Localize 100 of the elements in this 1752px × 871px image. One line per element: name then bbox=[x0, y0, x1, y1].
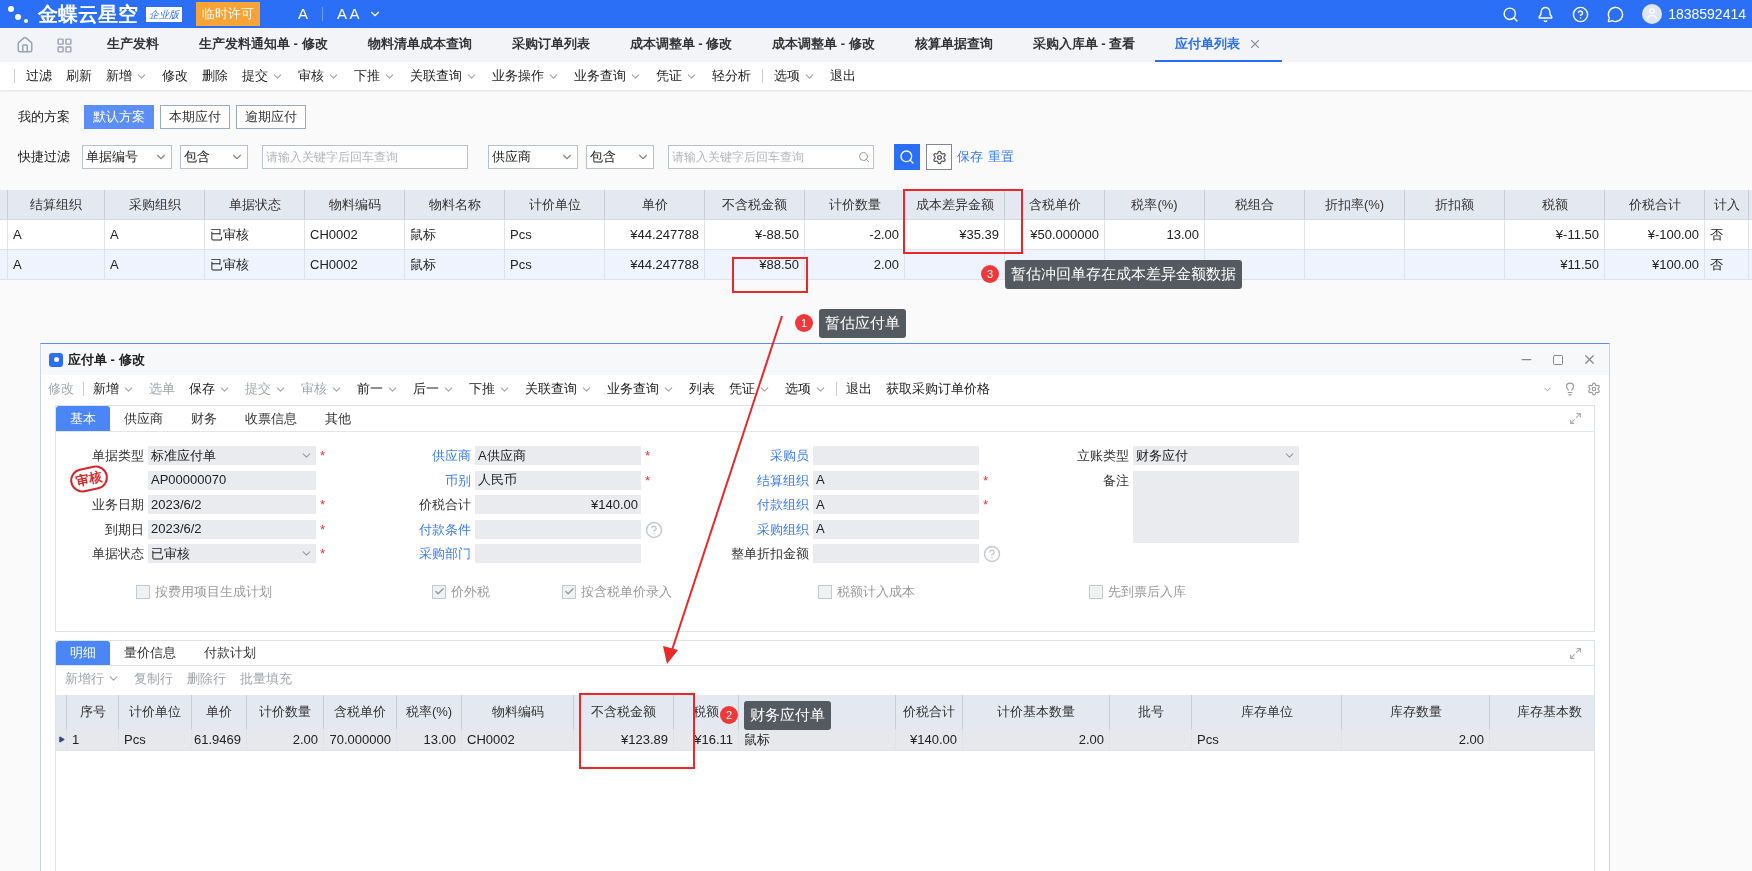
search-icon[interactable] bbox=[1502, 5, 1520, 23]
toolbar-button[interactable]: 选项 bbox=[767, 62, 823, 90]
field-label[interactable]: 币别 bbox=[445, 470, 471, 491]
input-field[interactable]: A bbox=[813, 470, 979, 490]
toolbar-button[interactable]: 业务查询 bbox=[600, 375, 682, 403]
column-header[interactable]: 成本差异金额 bbox=[905, 190, 1005, 219]
field-label[interactable]: 供应商 bbox=[432, 446, 471, 466]
bell-icon[interactable] bbox=[1537, 5, 1555, 23]
chat-icon[interactable] bbox=[1607, 5, 1625, 23]
toolbar-button[interactable]: 审核 bbox=[291, 62, 347, 90]
field-label[interactable]: 付款组织 bbox=[757, 495, 809, 515]
column-header[interactable]: 计价数量 bbox=[805, 190, 905, 219]
column-header[interactable]: 价税合计 bbox=[1605, 190, 1705, 219]
page-tab[interactable]: 生产发料通知单 - 修改 bbox=[179, 28, 348, 62]
form-tab[interactable]: 收票信息 bbox=[231, 406, 311, 431]
column-header[interactable]: 税率(%) bbox=[1105, 190, 1205, 219]
toolbar-button[interactable]: 获取采购订单价格 bbox=[879, 375, 997, 403]
column-header[interactable]: 税组合 bbox=[1205, 190, 1305, 219]
lightbulb-icon[interactable] bbox=[1563, 382, 1577, 396]
page-tab[interactable]: 成本调整单 - 修改 bbox=[609, 28, 753, 62]
column-header[interactable]: 计入 bbox=[1705, 190, 1749, 219]
toolbar-button[interactable]: 后一 bbox=[406, 375, 462, 403]
page-tab[interactable]: 生产发料 bbox=[87, 28, 179, 62]
form-tab[interactable]: 财务 bbox=[177, 406, 231, 431]
column-header[interactable]: 结算组织 bbox=[8, 190, 105, 219]
column-header[interactable]: 物料编码 bbox=[305, 190, 405, 219]
toolbar-button[interactable]: 业务操作 bbox=[485, 62, 567, 90]
column-header[interactable]: 折扣额 bbox=[1405, 190, 1505, 219]
field-label[interactable]: 结算组织 bbox=[757, 470, 809, 491]
field-label[interactable]: 采购组织 bbox=[757, 519, 809, 540]
table-row[interactable]: A A 已审核 CH0002 鼠标 Pcs ¥44.247788 ¥-88.50 -2.00 ¥35.39 ¥50.000000 13.00 ¥-11.50 ¥-100.00 否 bbox=[0, 220, 1752, 250]
select-field[interactable]: 包含 bbox=[180, 145, 248, 169]
maximize-icon[interactable] bbox=[1552, 353, 1564, 366]
page-tab[interactable]: 成本调整单 - 修改 bbox=[752, 28, 895, 62]
grid-icon[interactable] bbox=[56, 37, 73, 54]
filter-link[interactable]: 重置 bbox=[988, 147, 1014, 167]
user-name[interactable]: 1838592414 bbox=[1668, 3, 1746, 25]
toolbar-button[interactable]: 退出 bbox=[823, 62, 863, 90]
table-row[interactable]: 1 Pcs 61.9469 2.00 70.000000 13.00 CH0002 ¥123.89 ¥16.11 鼠标 ¥140.00 2.00 Pcs 2.00 bbox=[56, 729, 1594, 751]
column-header[interactable]: 不含税金额 bbox=[705, 190, 805, 219]
scheme-button[interactable]: 本期应付 bbox=[160, 105, 230, 129]
toolbar-button[interactable]: 刷新 bbox=[59, 62, 99, 90]
page-tab[interactable]: 物料清单成本查询 bbox=[347, 28, 492, 62]
toolbar-button[interactable]: 新增 bbox=[99, 62, 155, 90]
font-size-button[interactable]: A A bbox=[337, 2, 360, 26]
input-field[interactable]: A供应商 bbox=[475, 446, 641, 465]
input-field[interactable]: A bbox=[813, 495, 979, 514]
toolbar-button[interactable]: 凭证 bbox=[649, 62, 705, 90]
toolbar-button[interactable]: 关联查询 bbox=[518, 375, 600, 403]
column-header[interactable]: 折扣率(%) bbox=[1305, 190, 1405, 219]
column-header[interactable]: 计价单位 bbox=[505, 190, 605, 219]
detail-tab[interactable]: 量价信息 bbox=[110, 641, 190, 665]
expand-icon[interactable] bbox=[1569, 646, 1582, 660]
select-field[interactable]: 供应商 bbox=[488, 145, 578, 169]
page-tab[interactable]: 核算单据查询 bbox=[894, 28, 1013, 62]
font-size-button[interactable]: A bbox=[298, 2, 308, 26]
toolbar-button[interactable]: 列表 bbox=[682, 375, 722, 403]
input-field[interactable]: A bbox=[813, 519, 979, 539]
toolbar-button[interactable]: 选项 bbox=[778, 375, 834, 403]
detail-tab[interactable]: 付款计划 bbox=[190, 641, 270, 665]
page-tab[interactable]: 采购订单列表 bbox=[491, 28, 610, 62]
input-field[interactable]: 2023/6/2 bbox=[148, 519, 316, 539]
expand-icon[interactable] bbox=[1569, 412, 1582, 425]
toolbar-button[interactable]: 前一 bbox=[350, 375, 406, 403]
column-header[interactable]: 单据状态 bbox=[205, 190, 305, 219]
settings-button[interactable] bbox=[926, 144, 952, 170]
search-field[interactable]: 请输入关键字后回车查询 bbox=[668, 145, 874, 169]
search-field[interactable]: 请输入关键字后回车查询 bbox=[262, 145, 468, 169]
toolbar-button[interactable]: 修改 bbox=[155, 62, 195, 90]
column-header[interactable]: 物料名称 bbox=[405, 190, 505, 219]
close-icon[interactable] bbox=[1582, 352, 1597, 367]
settings-icon[interactable] bbox=[1587, 382, 1601, 396]
filter-link[interactable]: 保存 bbox=[957, 147, 983, 167]
toolbar-button[interactable]: 保存 bbox=[182, 375, 238, 403]
avatar[interactable] bbox=[1642, 4, 1663, 24]
toolbar-button[interactable]: 关联查询 bbox=[403, 62, 485, 90]
select-field[interactable]: 财务应付 bbox=[1133, 446, 1299, 465]
toolbar-button[interactable]: 下推 bbox=[462, 375, 518, 403]
column-header[interactable]: 单价 bbox=[605, 190, 705, 219]
column-header[interactable]: 税额 bbox=[1505, 190, 1605, 219]
toolbar-button[interactable]: 退出 bbox=[839, 375, 879, 403]
field-label[interactable]: 采购员 bbox=[770, 446, 809, 466]
scheme-button[interactable]: 逾期应付 bbox=[236, 105, 306, 129]
input-field[interactable]: AP00000070 bbox=[148, 470, 316, 490]
page-tab[interactable]: 采购入库单 - 查看 bbox=[1012, 28, 1156, 62]
column-header[interactable]: 含税单价 bbox=[1005, 190, 1105, 219]
input-field[interactable]: 人民币 bbox=[475, 470, 641, 490]
toolbar-button[interactable]: 凭证 bbox=[722, 375, 778, 403]
search-button[interactable] bbox=[894, 144, 920, 170]
home-icon[interactable] bbox=[16, 36, 34, 54]
select-field[interactable]: 包含 bbox=[586, 145, 654, 169]
select-field[interactable]: 已审核 bbox=[148, 544, 316, 563]
toolbar-button[interactable]: 删除 bbox=[195, 62, 235, 90]
toolbar-button[interactable]: 新增 bbox=[86, 375, 142, 403]
form-tab[interactable]: 供应商 bbox=[110, 406, 177, 431]
column-header[interactable]: 采购组织 bbox=[105, 190, 205, 219]
toolbar-button[interactable]: 业务查询 bbox=[567, 62, 649, 90]
input-field[interactable]: 2023/6/2 bbox=[148, 495, 316, 514]
field-label[interactable]: 采购部门 bbox=[419, 544, 471, 564]
select-field[interactable]: 单据编号 bbox=[82, 145, 172, 169]
